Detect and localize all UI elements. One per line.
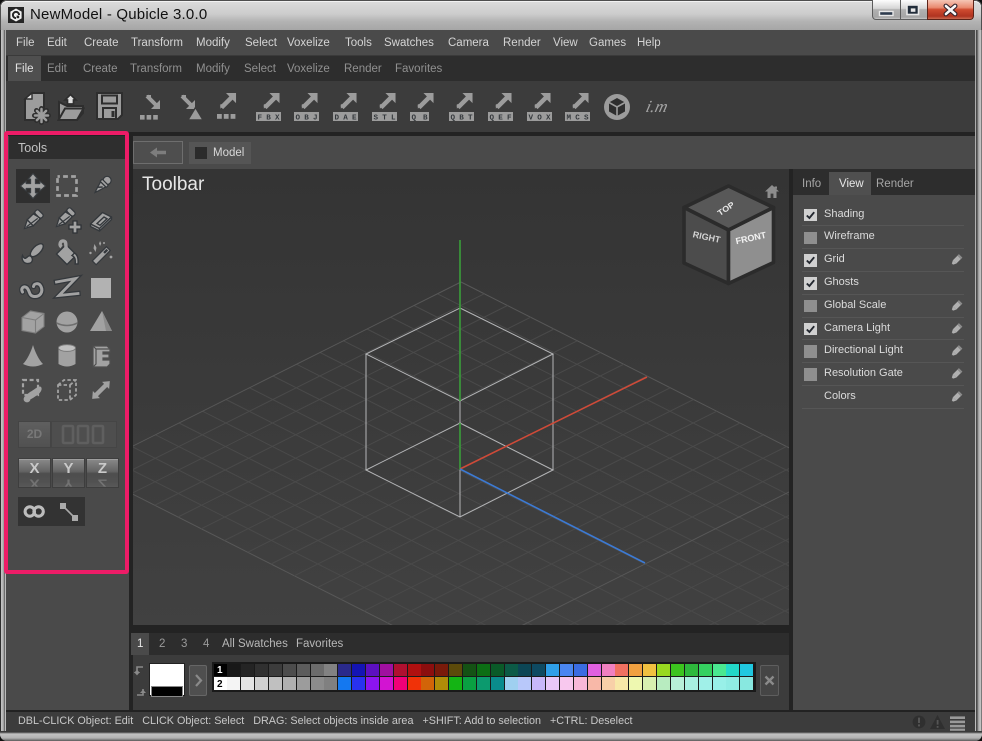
svg-text:MCS: MCS <box>567 115 589 123</box>
svg-text:i.m: i.m <box>644 97 670 116</box>
svg-text:DAE: DAE <box>335 115 357 123</box>
svg-text:FBX: FBX <box>258 115 280 123</box>
svg-text:STL: STL <box>374 115 396 123</box>
svg-text:OBJ: OBJ <box>296 115 318 123</box>
svg-text:VOX: VOX <box>529 115 551 123</box>
svg-text:QBT: QBT <box>451 115 473 123</box>
svg-text:QEF: QEF <box>490 115 512 123</box>
